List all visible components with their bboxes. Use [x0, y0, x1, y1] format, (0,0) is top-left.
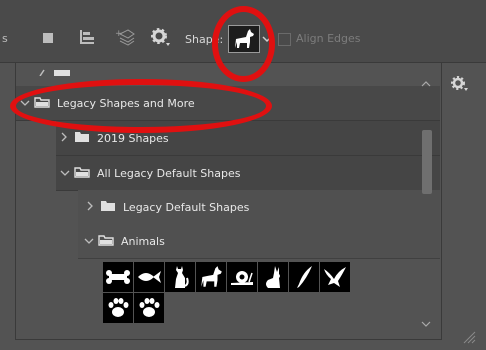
dog-shape-icon[interactable] — [196, 262, 226, 292]
chevron-up-icon[interactable] — [421, 78, 431, 91]
group-row[interactable]: Legacy Default Shapes — [78, 190, 440, 225]
collapsed-row-remnant — [30, 66, 90, 77]
rabbit-shape-icon[interactable] — [258, 262, 288, 292]
fish-shape-icon[interactable] — [134, 262, 164, 292]
chevron-down-icon[interactable] — [84, 235, 94, 248]
svg-text:+: + — [115, 29, 123, 39]
group-row[interactable]: All Legacy Default Shapes — [56, 156, 440, 191]
group-label: Animals — [121, 234, 165, 248]
panel-scrollbar[interactable] — [419, 70, 433, 335]
group-label: Legacy Default Shapes — [123, 200, 250, 214]
group-row[interactable]: Animals — [78, 224, 440, 259]
highlight-ring-shape-picker — [212, 6, 275, 82]
folder-icon — [74, 131, 90, 146]
align-edges-label: Align Edges — [296, 32, 361, 45]
chevron-down-icon[interactable] — [60, 167, 70, 180]
align-icon[interactable] — [78, 28, 96, 46]
paw-print-shape-icon[interactable] — [103, 293, 133, 323]
cat-shape-icon[interactable] — [165, 262, 195, 292]
group-label: 2019 Shapes — [97, 131, 169, 145]
bird-flying-shape-icon[interactable] — [320, 262, 350, 292]
toolbar-cut-text: s — [2, 32, 8, 45]
resize-grip-icon[interactable] — [462, 330, 476, 347]
folder-icon — [74, 166, 90, 181]
align-edges-checkbox[interactable] — [278, 33, 291, 46]
path-arrangement-icon[interactable]: + — [114, 26, 136, 48]
folder-icon — [100, 200, 116, 215]
paw-print-2-shape-icon[interactable] — [134, 293, 164, 323]
bird-feather-shape-icon[interactable] — [289, 262, 319, 292]
scrollbar-thumb[interactable] — [422, 130, 432, 194]
group-label: All Legacy Default Shapes — [97, 166, 241, 180]
folder-icon — [98, 234, 114, 249]
bone-shape-icon[interactable] — [103, 262, 133, 292]
chevron-right-icon[interactable] — [60, 132, 70, 145]
snail-shape-icon[interactable] — [227, 262, 257, 292]
gear-icon[interactable] — [150, 27, 172, 47]
panel-gear-icon[interactable] — [450, 75, 472, 96]
chevron-right-icon[interactable] — [86, 201, 96, 214]
chevron-down-icon[interactable] — [421, 318, 431, 331]
stop-icon[interactable] — [42, 32, 54, 44]
highlight-ring-legacy-shapes — [10, 79, 272, 133]
